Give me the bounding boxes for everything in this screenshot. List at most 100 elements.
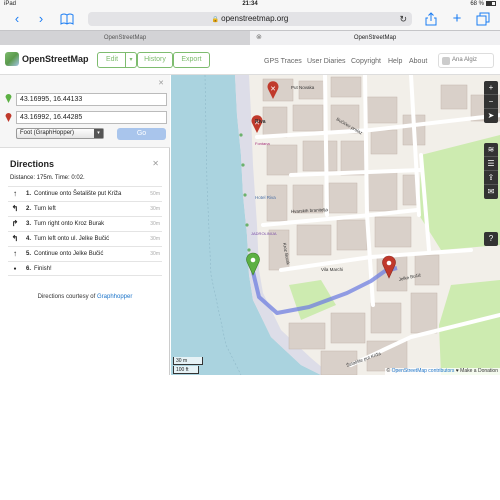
straight-arrow-icon: ↑ [13,189,17,198]
map-tools: ≋ ☰ ⇪ ✉ [484,143,498,199]
site-brand[interactable]: OpenStreetMap [22,54,89,64]
share-icon[interactable] [424,12,438,26]
tabs-overview-icon[interactable] [476,12,490,26]
user-name: Ana Algiz [452,57,478,63]
zoom-controls: + − ➤ [484,81,498,123]
graphhopper-link[interactable]: Graphhopper [97,294,132,300]
label-jadrolinija: JADROLINIJA [251,231,277,236]
svg-text:✕: ✕ [270,86,276,93]
step-number: 1. [26,191,32,197]
site-header: OpenStreetMap Edit ▾ History Export GPS … [0,45,500,75]
reload-icon[interactable]: ↻ [399,12,407,26]
edit-label: Edit [106,56,119,63]
tab-label: OpenStreetMap [353,35,397,41]
directions-title: Directions [10,159,55,169]
list-item[interactable]: ↑ 1. Continue onto Šetalište put Križa 5… [8,186,162,201]
osm-logo-icon[interactable] [5,52,19,66]
close-icon[interactable]: ✕ [152,159,159,168]
avatar [442,57,450,65]
end-marker-icon [5,113,12,122]
nav-help[interactable]: Help [388,58,402,65]
donation-link[interactable]: ♥ Make a Donation [454,368,498,374]
label-fontana: Fontana [255,141,270,146]
route-from-input[interactable]: 43.16995, 16.44133 [16,93,167,106]
close-icon[interactable]: ⊗ [256,31,262,45]
step-distance: 30m [150,221,160,227]
legend-button[interactable]: ☰ [484,157,498,171]
step-number: 3. [26,221,32,227]
step-number: 5. [26,251,32,257]
chevron-right-icon[interactable]: › [34,12,48,26]
routing-engine-value: Foot (GraphHopper) [20,130,75,136]
close-icon[interactable]: ✕ [158,79,164,87]
turn-right-icon: ↱ [11,219,19,228]
browser-toolbar: ‹ › 🔒 openstreetmap.org ↻ + [0,9,500,30]
step-text: Turn left [34,206,56,212]
courtesy-text: Directions courtesy of [37,294,96,300]
help-button[interactable]: ? [484,232,498,246]
chevron-down-icon: ▾ [94,129,103,138]
list-item[interactable]: ↱ 3. Turn right onto Kroz Burak 30m [8,216,162,231]
scale-imperial: 100 ft [173,366,199,374]
step-distance: 30m [150,206,160,212]
osm-contributors-link[interactable]: OpenStreetMap contributors [392,368,455,374]
lock-icon: 🔒 [211,17,220,23]
finish-dot-icon: ● [13,266,17,272]
chevron-left-icon[interactable]: ‹ [10,12,24,26]
chevron-down-icon[interactable]: ▾ [125,53,136,67]
tab-label: OpenStreetMap [103,35,147,41]
nav-user-diaries[interactable]: User Diaries [307,58,346,65]
share-button[interactable]: ⇪ [484,171,498,185]
scale-metric: 30 m [173,357,203,365]
blank-area [0,375,500,500]
edit-button[interactable]: Edit ▾ [97,52,137,68]
step-text: Turn right onto Kroz Burak [34,221,105,227]
step-text: Finish! [34,266,52,272]
turn-left-icon: ↰ [11,234,19,243]
new-tab-icon[interactable]: + [450,11,464,26]
list-item[interactable]: ↑ 5. Continue onto Jelke Bučić 30m [8,246,162,261]
locate-button[interactable]: ➤ [484,109,498,123]
zoom-out-button[interactable]: − [484,95,498,109]
straight-arrow-icon: ↑ [13,249,17,258]
list-item[interactable]: ↰ 2. Turn left 30m [8,201,162,216]
export-button[interactable]: Export [173,52,210,68]
query-controls: ? [484,232,498,246]
battery-icon [486,0,496,6]
tab-openstreetmap-2[interactable]: ⊗ OpenStreetMap [250,31,500,45]
zoom-in-button[interactable]: + [484,81,498,95]
bookmarks-icon[interactable] [60,12,74,26]
address-bar[interactable]: 🔒 openstreetmap.org ↻ [88,12,412,26]
nav-gps-traces[interactable]: GPS Traces [264,58,302,65]
routing-engine-select[interactable]: Foot (GraphHopper) ▾ [16,128,104,139]
step-number: 6. [26,266,32,272]
label-riva: Riva [255,119,266,125]
step-number: 2. [26,206,32,212]
map-attribution: © OpenStreetMap contributors ♥ Make a Do… [384,368,500,375]
ios-status-bar: iPad 21:34 68 % [0,0,500,9]
tab-openstreetmap-1[interactable]: OpenStreetMap [0,31,250,45]
route-form: ✕ 43.16995, 16.44133 43.16992, 16.44285 … [0,75,170,148]
list-item[interactable]: ● 6. Finish! [8,261,162,276]
history-button[interactable]: History [137,52,173,68]
battery-indicator: 68 % [470,0,496,9]
map-view[interactable]: ✕ ✕ Riva Hotel Riva JADROLINIJA Fontana … [171,75,500,375]
list-item[interactable]: ↰ 4. Turn left onto ul. Jelke Bučić 30m [8,231,162,246]
tab-bar: OpenStreetMap ⊗ OpenStreetMap [0,30,500,45]
label-vila-marchi: Vila Marchi [321,267,343,272]
note-button[interactable]: ✉ [484,185,498,199]
turn-left-icon: ↰ [11,204,19,213]
directions-summary: Distance: 175m. Time: 0:02. [10,175,85,181]
step-distance: 30m [150,251,160,257]
nav-about[interactable]: About [409,58,427,65]
route-to-input[interactable]: 43.16992, 16.44285 [16,111,167,124]
step-text: Continue onto Jelke Bučić [34,251,104,257]
map-canvas[interactable]: ✕ ✕ Riva Hotel Riva JADROLINIJA Fontana … [171,75,500,375]
nav-copyright[interactable]: Copyright [351,58,381,65]
sidebar: ✕ 43.16995, 16.44133 43.16992, 16.44285 … [0,75,170,375]
go-button[interactable]: Go [117,128,166,140]
user-menu[interactable]: Ana Algiz [438,53,494,68]
layers-button[interactable]: ≋ [484,143,498,157]
directions-steps: ↑ 1. Continue onto Šetalište put Križa 5… [8,186,162,276]
url-text: openstreetmap.org [221,14,289,23]
